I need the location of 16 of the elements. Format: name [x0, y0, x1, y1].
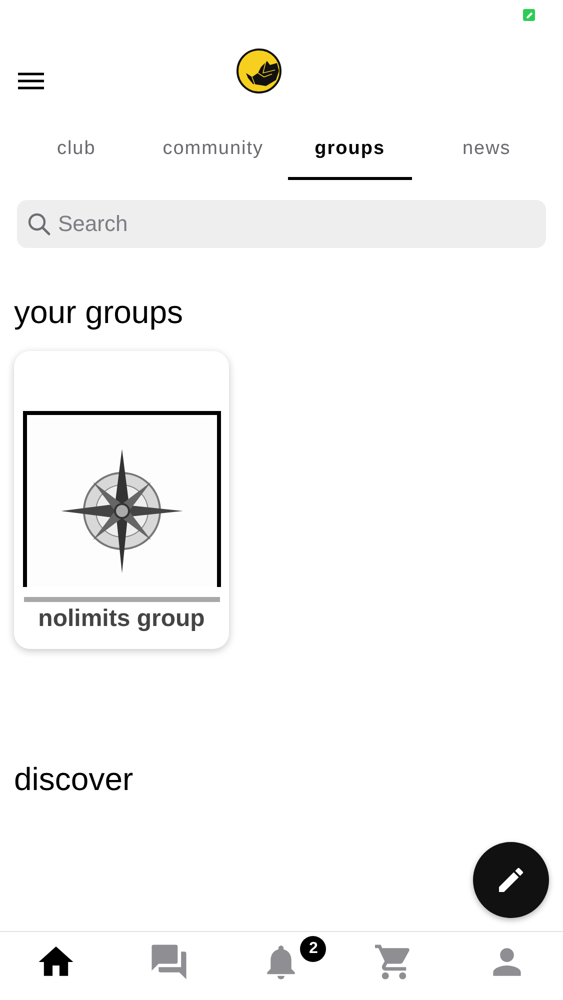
chat-icon[interactable] [150, 943, 188, 981]
section-title: your groups [14, 294, 184, 331]
notification-badge: 2 [300, 936, 326, 962]
group-card[interactable]: nolimits group [14, 351, 229, 649]
rhino-logo-icon [236, 48, 282, 94]
menu-icon[interactable] [18, 72, 44, 90]
search-field[interactable]: Search [17, 200, 546, 248]
tab[interactable]: groups [288, 110, 412, 180]
status-icon [523, 9, 535, 21]
section-title: discover [14, 761, 134, 798]
tab[interactable]: community [150, 110, 276, 180]
search-icon [27, 212, 51, 236]
tab[interactable]: club [14, 110, 139, 180]
compose-button[interactable] [473, 842, 549, 918]
tab[interactable]: news [424, 110, 549, 180]
group-name: nolimits group [38, 605, 205, 633]
